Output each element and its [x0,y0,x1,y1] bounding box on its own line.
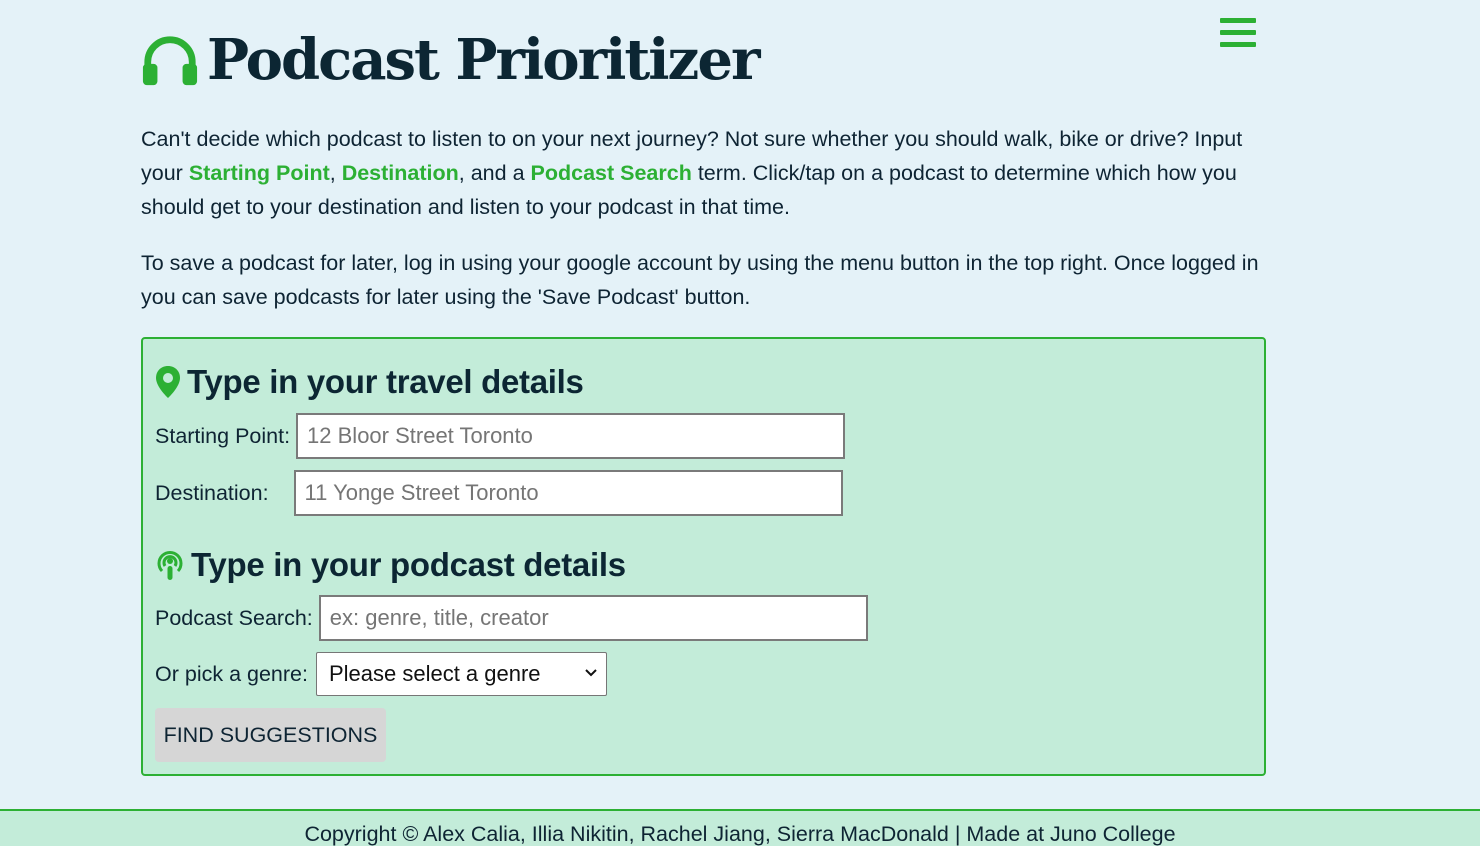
starting-point-row: Starting Point: [155,413,846,459]
menu-bar [1220,18,1256,23]
menu-bar [1220,42,1256,47]
intro-paragraph: Can't decide which podcast to listen to … [141,122,1271,224]
starting-point-input[interactable] [296,413,846,459]
map-marker-icon [156,366,180,398]
app-title: Podcast Prioritizer [207,27,760,93]
menu-bar [1220,30,1256,35]
travel-heading: Type in your travel details [187,363,584,400]
footer: Copyright © Alex Calia, Illia Nikitin, R… [0,809,1480,846]
hamburger-menu-icon[interactable] [1220,18,1256,50]
podcast-icon [157,551,183,580]
destination-row: Destination: [155,470,843,516]
genre-label: Or pick a genre: [155,661,308,686]
search-form: Type in your travel details Starting Poi… [141,337,1266,776]
copyright-text: Copyright © Alex Calia, Illia Nikitin, R… [304,822,1176,846]
podcast-search-label: Podcast Search: [155,605,313,630]
genre-selected-value: Please select a genre [328,661,541,686]
travel-section-header: Type in your travel details [155,363,584,401]
site-header: Podcast Prioritizer [141,27,760,93]
podcast-search-row: Podcast Search: [155,595,868,641]
highlight-starting-point: Starting Point [188,161,330,185]
find-suggestions-button[interactable]: FIND SUGGESTIONS [155,708,386,762]
podcast-search-input[interactable] [318,595,868,641]
save-instructions: To save a podcast for later, log in usin… [141,251,1259,309]
destination-label: Destination: [155,480,269,505]
destination-input[interactable] [293,470,843,516]
intro-text: Can't decide which podcast to listen to … [141,122,1271,314]
highlight-podcast-search: Podcast Search [530,161,692,185]
highlight-destination: Destination [341,161,459,185]
genre-select[interactable]: Please select a genre [315,652,607,696]
starting-point-label: Starting Point: [155,423,291,448]
intro-text-segment: , and a [458,161,531,185]
intro-text-segment: , [329,161,342,185]
genre-row: Or pick a genre: Please select a genre [155,652,607,696]
podcast-section-header: Type in your podcast details [155,546,626,584]
headphones-icon [142,36,198,86]
chevron-down-icon [585,669,597,677]
podcast-heading: Type in your podcast details [191,546,626,583]
